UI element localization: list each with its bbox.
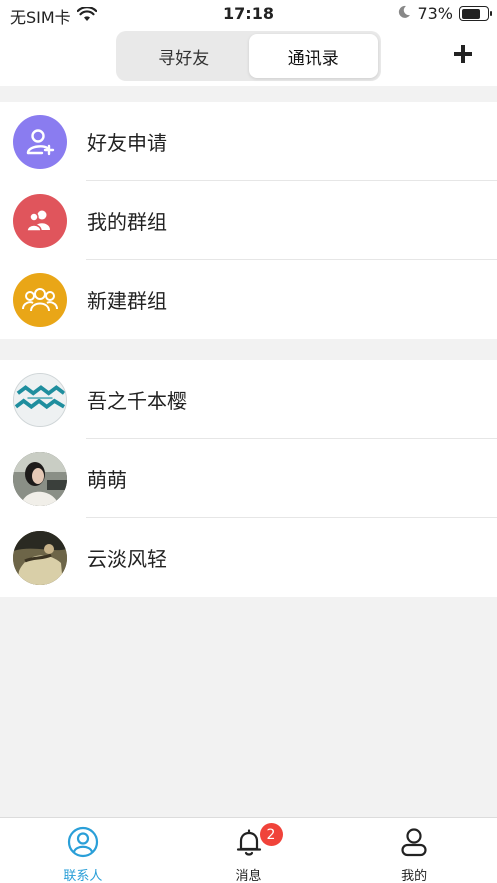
battery-percent: 73% <box>417 4 453 23</box>
contact-name: 萌萌 <box>87 468 127 492</box>
battery-icon <box>459 6 492 21</box>
tab-label: 我的 <box>401 869 428 883</box>
segmented-control: 寻好友 通讯录 <box>116 31 381 81</box>
new-group-label: 新建群组 <box>87 289 167 313</box>
status-right: 73% <box>397 4 492 23</box>
header: 寻好友 通讯录 <box>0 28 497 86</box>
tab-contacts[interactable]: 通讯录 <box>248 34 378 78</box>
contact-row[interactable]: 云淡风轻 <box>0 518 497 597</box>
function-section: 好友申请 我的群组 新建群组 <box>0 102 497 339</box>
profile-icon <box>398 826 430 862</box>
unread-badge: 2 <box>259 823 283 846</box>
contacts-icon <box>67 826 99 862</box>
group-icon <box>13 193 67 248</box>
tab-label: 消息 <box>235 869 262 883</box>
add-user-icon <box>13 114 67 169</box>
tab-messages-nav[interactable]: 2 消息 <box>166 818 332 883</box>
contact-name: 吾之千本樱 <box>87 389 187 413</box>
new-group-row[interactable]: 新建群组 <box>0 260 497 339</box>
tab-find-friends[interactable]: 寻好友 <box>119 34 249 78</box>
contacts-section: 吾之千本樱 萌萌 云淡风轻 <box>0 360 497 597</box>
contact-row[interactable]: 萌萌 <box>0 439 497 518</box>
tab-label: 联系人 <box>63 869 103 883</box>
contact-avatar <box>13 451 67 506</box>
contact-row[interactable]: 吾之千本樱 <box>0 360 497 439</box>
tab-contacts-nav[interactable]: 联系人 <box>0 818 166 883</box>
contact-avatar <box>13 530 67 585</box>
my-groups-label: 我的群组 <box>87 210 167 234</box>
moon-icon <box>397 4 411 23</box>
new-group-icon <box>13 272 67 327</box>
battery-level <box>461 8 480 19</box>
friend-request-label: 好友申请 <box>87 131 167 155</box>
tab-bar: 联系人 2 消息 我的 <box>0 817 497 883</box>
friend-request-row[interactable]: 好友申请 <box>0 102 497 181</box>
plus-icon[interactable] <box>451 42 475 66</box>
contact-avatar <box>13 372 67 427</box>
my-groups-row[interactable]: 我的群组 <box>0 181 497 260</box>
status-bar: 无SIM卡 17:18 73% <box>0 0 497 28</box>
tab-me-nav[interactable]: 我的 <box>331 818 497 883</box>
contact-name: 云淡风轻 <box>87 547 167 571</box>
